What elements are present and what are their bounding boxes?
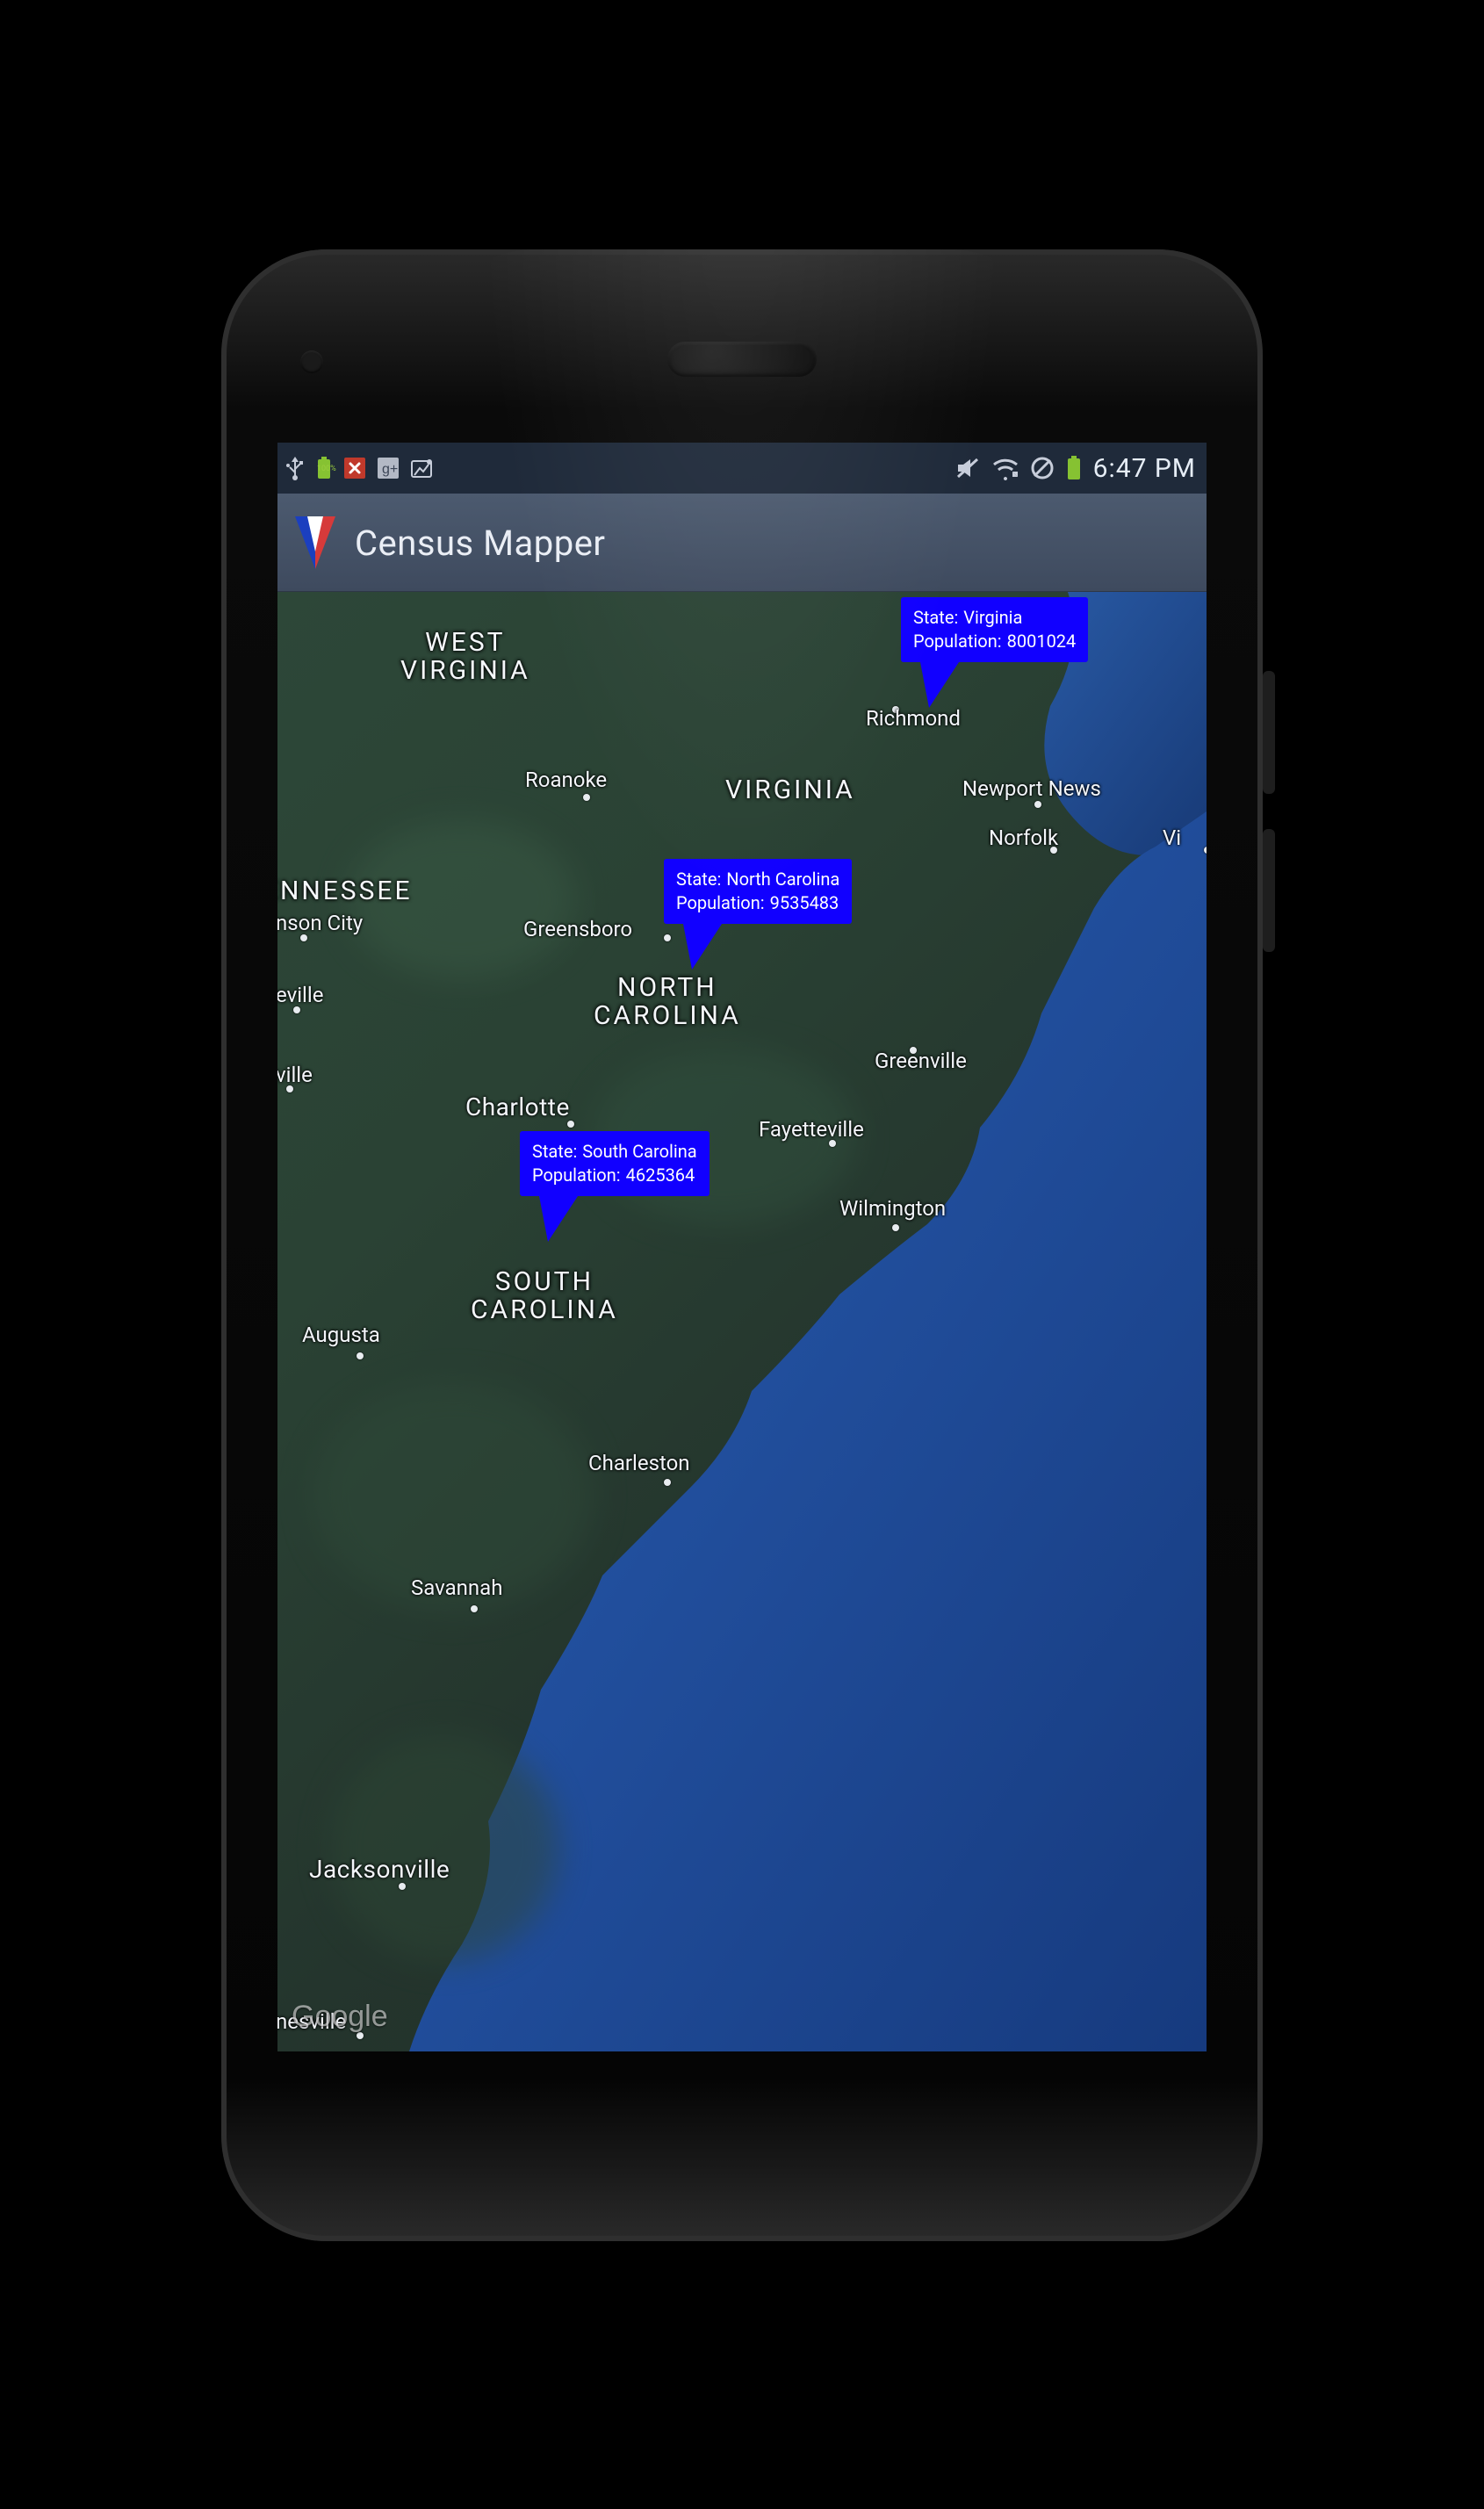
info-bubble[interactable]: State:North CarolinaPopulation:9535483 (664, 859, 852, 924)
city-dot (567, 1121, 574, 1128)
city-label: Savannah (411, 1575, 502, 1600)
stage: 100% g+ (0, 0, 1484, 2509)
info-state-value: Virginia (963, 606, 1022, 630)
info-pop-value: 9535483 (770, 891, 839, 915)
app-title: Census Mapper (355, 523, 605, 564)
svg-text:g+: g+ (382, 462, 398, 477)
city-label: Charlotte (465, 1092, 570, 1121)
map-view[interactable]: WESTVIRGINIA VIRGINIA NORTHCAROLINA SOUTHCA… (277, 592, 1207, 2051)
state-label: TENNESSEE (277, 877, 413, 905)
state-label: VIRGINIA (725, 776, 855, 804)
battery-icon (1065, 455, 1083, 481)
city-label: Newport News (962, 776, 1101, 801)
info-pop-value: 8001024 (1007, 630, 1077, 653)
city-label: Roanoke (525, 768, 607, 792)
info-state-label: State: (532, 1140, 577, 1164)
city-label: Fayetteville (759, 1117, 864, 1142)
usb-icon (285, 455, 306, 481)
app-logo-icon (295, 516, 335, 569)
earpiece-speaker (667, 342, 817, 377)
info-pop-label: Population: (532, 1164, 621, 1187)
city-dot (664, 1479, 671, 1486)
info-callout[interactable]: State:VirginiaPopulation:8001024 (901, 597, 1088, 708)
city-label: Norfolk (989, 826, 1058, 850)
city-dot (300, 934, 307, 941)
city-label: Greenville (875, 1049, 967, 1073)
wifi-icon (991, 456, 1019, 480)
city-label: nson City (277, 911, 363, 935)
volume-down-button[interactable] (1263, 829, 1275, 952)
city-label: Charleston (588, 1451, 690, 1475)
picture-in-frame-icon (409, 456, 436, 480)
status-left: 100% g+ (277, 455, 436, 481)
info-state-label: State: (676, 868, 721, 891)
state-label: SOUTHCAROLINA (471, 1268, 618, 1323)
clock-text: 6:47 PM (1093, 453, 1196, 484)
google-watermark: Google (292, 2000, 388, 2034)
city-label: Greensboro (523, 917, 632, 941)
city-dot (1034, 801, 1041, 808)
info-callout[interactable]: State:South CarolinaPopulation:4625364 (520, 1131, 710, 1242)
state-label: NORTHCAROLINA (594, 974, 741, 1029)
google-plus-icon: g+ (376, 456, 400, 480)
app-bar: Census Mapper (277, 494, 1207, 592)
status-right: 6:47 PM (955, 453, 1207, 484)
city-label: Jacksonville (309, 1855, 450, 1884)
info-state-value: North Carolina (726, 868, 839, 891)
city-label: Vi (1163, 826, 1181, 850)
info-state-value: South Carolina (582, 1140, 696, 1164)
city-label: Richmond (866, 706, 961, 731)
city-dot (357, 1352, 364, 1359)
battery-pct-small: 100% (317, 465, 336, 473)
device-screen: 100% g+ (277, 443, 1207, 2051)
city-label: ville (277, 1063, 313, 1087)
city-dot (293, 1006, 300, 1013)
city-dot (892, 1224, 899, 1231)
city-label: Wilmington (839, 1196, 946, 1221)
info-bubble[interactable]: State:VirginiaPopulation:8001024 (901, 597, 1088, 662)
city-dot (1204, 847, 1207, 854)
info-pop-label: Population: (676, 891, 765, 915)
info-pop-value: 4625364 (626, 1164, 695, 1187)
info-tail (683, 924, 722, 970)
volume-up-button[interactable] (1263, 671, 1275, 794)
state-label: WESTVIRGINIA (400, 629, 530, 684)
info-bubble[interactable]: State:South CarolinaPopulation:4625364 (520, 1131, 710, 1196)
phone-frame: 100% g+ (221, 249, 1263, 2241)
info-state-label: State: (913, 606, 958, 630)
no-sync-icon (1030, 456, 1055, 480)
city-dot (583, 794, 590, 801)
terrain-blot (330, 1734, 558, 1962)
city-dot (399, 1883, 406, 1890)
front-camera (300, 350, 323, 373)
info-callout[interactable]: State:North CarolinaPopulation:9535483 (664, 859, 852, 970)
city-label: Augusta (302, 1323, 380, 1347)
info-tail (539, 1196, 578, 1242)
city-label: eville (277, 983, 323, 1007)
error-badge-icon (342, 456, 367, 480)
mute-icon (955, 456, 981, 480)
status-bar: 100% g+ (277, 443, 1207, 494)
info-tail (920, 662, 959, 708)
info-pop-label: Population: (913, 630, 1002, 653)
city-dot (471, 1605, 478, 1612)
battery-small-icon: 100% (314, 456, 334, 480)
